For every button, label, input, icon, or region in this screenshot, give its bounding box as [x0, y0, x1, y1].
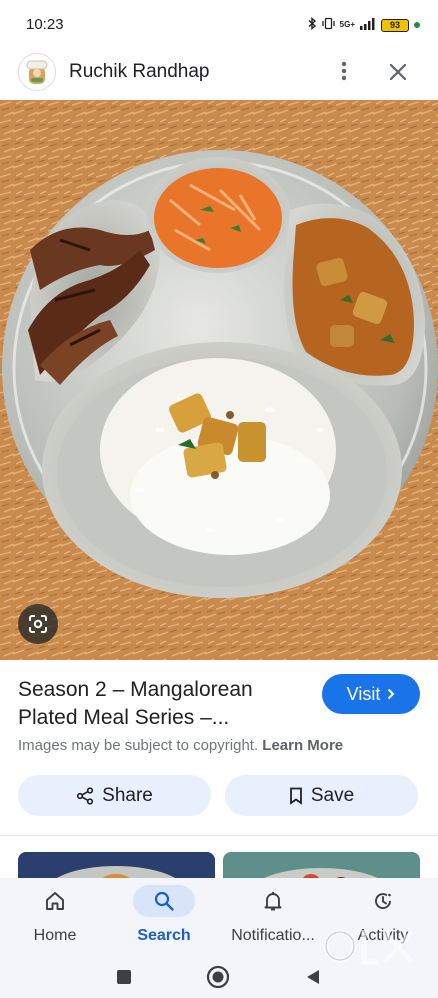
copyright-text: Images may be subject to copyright. — [18, 737, 259, 754]
visit-label: Visit — [346, 683, 381, 704]
nav-label: Notificatio... — [231, 927, 315, 944]
share-icon — [77, 786, 94, 805]
lens-icon — [29, 615, 47, 633]
watermark-logo — [322, 924, 422, 972]
battery-icon: 93 — [381, 18, 409, 32]
nav-home[interactable]: Home — [0, 878, 110, 956]
nav-notifications[interactable]: Notificatio... — [218, 878, 328, 956]
notification-dot-icon — [414, 22, 420, 28]
share-label: Share — [102, 784, 153, 806]
bell-icon — [242, 885, 304, 917]
vibrate-icon — [322, 17, 335, 33]
result-image[interactable] — [0, 100, 438, 660]
result-title[interactable]: Season 2 – Mangalorean Plated Meal Serie… — [18, 676, 308, 732]
site-name[interactable]: Ruchik Randhap — [69, 61, 209, 83]
chevron-right-icon — [388, 688, 395, 700]
learn-more-link[interactable]: Learn More — [262, 737, 343, 754]
nav-search[interactable]: Search — [109, 878, 219, 956]
result-header: Ruchik Randhap — [0, 50, 438, 100]
copyright-notice: Images may be subject to copyright. Lear… — [18, 737, 343, 754]
save-button[interactable]: Save — [225, 775, 418, 816]
network-type: 5G+ — [339, 20, 355, 29]
nav-label: Search — [137, 927, 191, 944]
signal-icon — [360, 17, 376, 33]
status-bar: 10:23 5G+ 93 — [0, 0, 438, 50]
google-lens-button[interactable] — [18, 604, 58, 644]
save-label: Save — [310, 784, 355, 806]
bookmark-icon — [289, 787, 302, 805]
visit-button[interactable]: Visit — [322, 674, 420, 714]
status-icons: 5G+ 93 — [308, 17, 420, 33]
search-icon — [133, 885, 195, 917]
home-circle-icon[interactable] — [202, 961, 234, 993]
status-time: 10:23 — [26, 16, 64, 33]
share-button[interactable]: Share — [18, 775, 211, 816]
close-icon[interactable] — [384, 58, 412, 86]
nav-label: Home — [33, 927, 77, 944]
site-logo-icon[interactable] — [18, 53, 56, 91]
divider — [0, 835, 438, 836]
home-icon — [24, 885, 86, 917]
bluetooth-icon — [308, 17, 317, 33]
more-vert-icon[interactable] — [332, 58, 356, 84]
recents-icon[interactable] — [108, 961, 140, 993]
activity-icon — [352, 885, 414, 917]
